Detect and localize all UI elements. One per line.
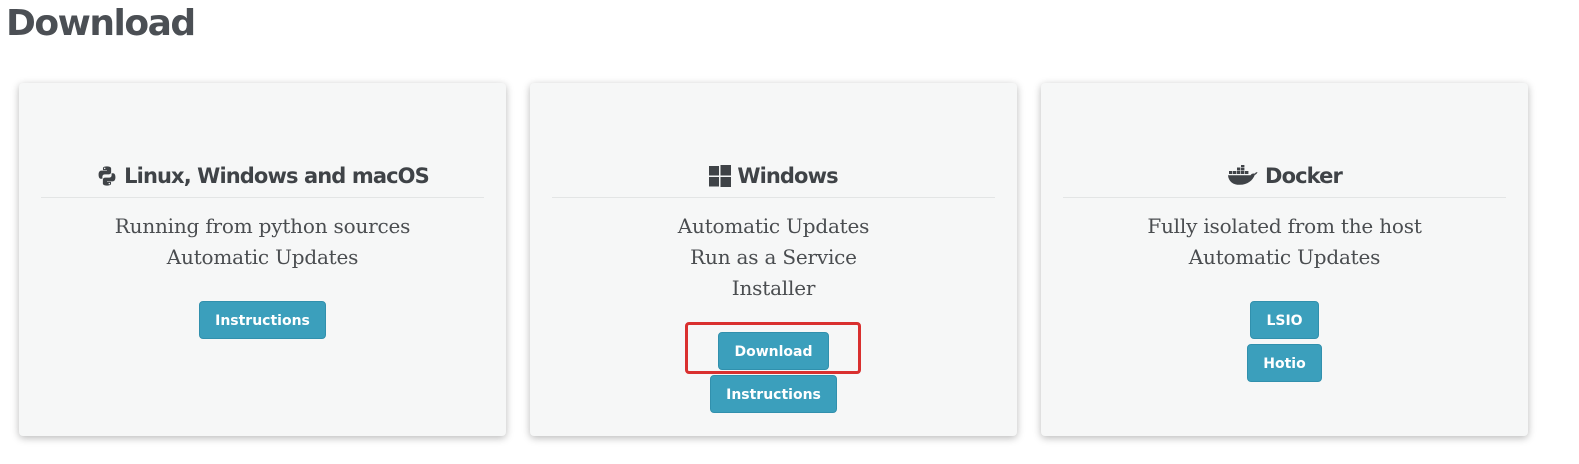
card-title: Windows [737, 164, 838, 188]
feature-item: Automatic Updates [1188, 245, 1381, 269]
card-windows: Windows Automatic Updates Run as a Servi… [530, 83, 1017, 436]
lsio-button[interactable]: LSIO [1250, 301, 1319, 339]
feature-item: Automatic Updates [166, 245, 359, 269]
feature-list: Fully isolated from the host Automatic U… [1041, 211, 1528, 273]
feature-list: Running from python sources Automatic Up… [19, 211, 506, 273]
docker-icon [1227, 165, 1259, 187]
feature-item: Automatic Updates [677, 214, 870, 238]
card-actions: Download Instructions [530, 332, 1017, 413]
feature-item: Fully isolated from the host [1147, 214, 1422, 238]
python-icon [96, 165, 118, 187]
card-title: Docker [1265, 164, 1343, 188]
card-actions: LSIO Hotio [1041, 301, 1528, 382]
download-button[interactable]: Download [718, 332, 829, 370]
page-title: Download [6, 3, 196, 44]
windows-icon [709, 165, 732, 187]
hotio-button[interactable]: Hotio [1247, 344, 1322, 382]
instructions-button[interactable]: Instructions [199, 301, 326, 339]
card-header: Windows [552, 155, 995, 198]
feature-list: Automatic Updates Run as a Service Insta… [530, 211, 1017, 304]
card-title: Linux, Windows and macOS [124, 164, 430, 188]
feature-item: Run as a Service [690, 245, 857, 269]
card-header: Linux, Windows and macOS [41, 155, 484, 198]
card-linux-windows-macos: Linux, Windows and macOS Running from py… [19, 83, 506, 436]
card-actions: Instructions [19, 301, 506, 339]
feature-item: Running from python sources [114, 214, 411, 238]
instructions-button[interactable]: Instructions [710, 375, 837, 413]
feature-item: Installer [731, 276, 816, 300]
card-docker: Docker Fully isolated from the host Auto… [1041, 83, 1528, 436]
card-header: Docker [1063, 155, 1506, 198]
